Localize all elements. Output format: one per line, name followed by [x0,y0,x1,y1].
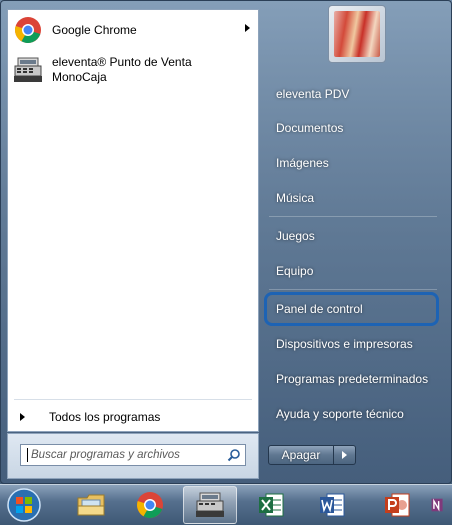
excel-icon [259,493,284,517]
right-item-label: Programas predeterminados [276,372,429,386]
taskbar-file-explorer[interactable] [64,486,118,524]
right-item-label: Documentos [276,121,344,135]
programs-pane: Google Chrome eleventa® Punto de Venta M… [7,9,259,432]
right-item-dispositivos[interactable]: Dispositivos e impresoras [267,330,443,358]
right-item-programas-predeterminados[interactable]: Programas predeterminados [267,365,443,393]
shutdown-button[interactable]: Apagar [268,445,334,465]
right-item-label: eleventa PDV [276,87,350,101]
taskbar-word[interactable] [305,486,359,524]
right-item-label: Equipo [276,264,314,278]
right-item-eleventa-pdv[interactable]: eleventa PDV [267,80,443,108]
right-item-musica[interactable]: Música [267,184,443,212]
search-input[interactable]: Buscar programas y archivos [20,444,246,466]
all-programs-label: Todos los programas [49,410,161,424]
start-menu: Google Chrome eleventa® Punto de Venta M… [0,0,452,484]
word-icon [320,493,345,517]
right-item-label: Música [276,191,315,205]
taskbar-excel[interactable] [244,486,298,524]
taskbar-onenote[interactable] [430,486,452,524]
right-item-imagenes[interactable]: Imágenes [267,149,443,177]
right-item-label: Juegos [276,229,315,243]
right-item-label: Dispositivos e impresoras [276,337,413,351]
taskbar [0,484,452,525]
program-label: Google Chrome [52,23,137,37]
program-label: eleventa® Punto de Venta MonoCaja [52,55,192,84]
start-button[interactable] [4,486,44,524]
search-placeholder: Buscar programas y archivos [31,449,180,461]
taskbar-powerpoint[interactable] [370,486,424,524]
windows-start-icon [7,488,41,522]
cash-register-icon [196,492,224,517]
right-item-equipo[interactable]: Equipo [267,257,443,285]
all-programs-button[interactable]: Todos los programas [14,408,244,426]
shutdown-label: Apagar [281,448,321,462]
taskbar-chrome[interactable] [123,486,177,524]
shutdown-options-button[interactable] [334,445,356,465]
right-item-juegos[interactable]: Juegos [267,222,443,250]
arrow-right-icon [342,451,347,459]
right-item-documentos[interactable]: Documentos [267,114,443,142]
arrow-right-icon [20,413,25,421]
taskbar-eleventa[interactable] [183,486,237,524]
onenote-icon [431,498,443,512]
divider [14,399,252,400]
chrome-icon [137,492,163,519]
cash-register-icon [12,54,44,86]
program-item-chrome[interactable]: Google Chrome [12,10,254,50]
chrome-icon [12,14,44,46]
text-caret [27,448,28,462]
user-avatar[interactable] [328,5,386,63]
right-item-ayuda[interactable]: Ayuda y soporte técnico [267,400,443,428]
program-item-eleventa[interactable]: eleventa® Punto de Venta MonoCaja [12,50,254,90]
right-item-label: Ayuda y soporte técnico [276,407,404,421]
powerpoint-icon [385,493,410,517]
search-area: Buscar programas y archivos [7,433,259,479]
highlight-ring [264,292,439,326]
divider [269,216,437,217]
right-item-label: Imágenes [276,156,329,170]
divider [269,289,437,290]
user-picture [334,11,380,57]
search-icon[interactable] [227,448,241,462]
file-explorer-icon [77,494,105,516]
submenu-arrow-icon[interactable] [245,24,250,32]
